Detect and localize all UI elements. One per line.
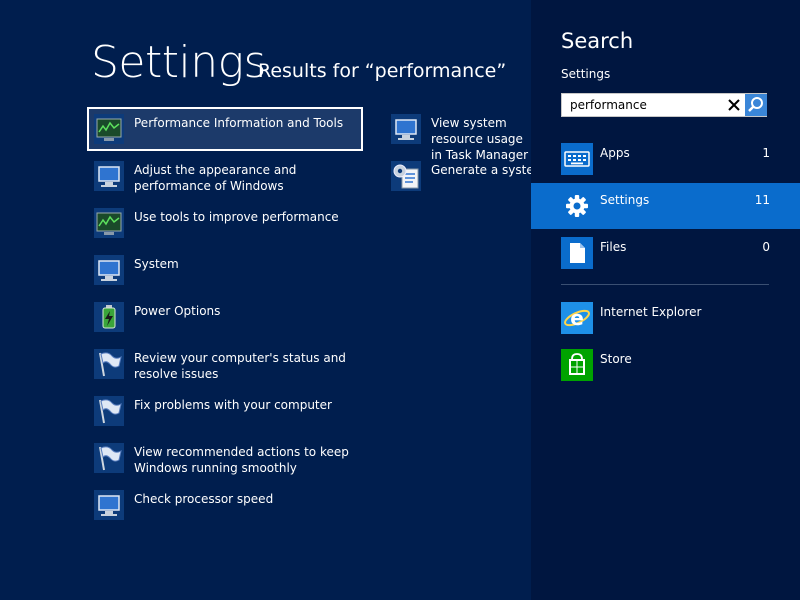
search-input[interactable]: [562, 94, 730, 116]
system-health-report-icon: [391, 161, 421, 191]
search-scope: Settings: [561, 67, 611, 81]
computer-icon: [94, 490, 124, 520]
category-label: Settings: [600, 193, 650, 207]
performance-monitor-icon: [94, 208, 124, 238]
search-icon: [748, 97, 763, 112]
result-label: Check processor speed: [134, 492, 274, 506]
category-settings[interactable]: Settings 11: [531, 183, 800, 229]
result-label: View recommended actions to keep Windows…: [134, 445, 349, 475]
result-review-computer-status[interactable]: Review your computer's status and resolv…: [89, 344, 361, 384]
result-view-system-resource-usage[interactable]: View system resource usage in Task Manag…: [386, 109, 531, 162]
computer-icon: [391, 114, 421, 144]
app-label: Store: [600, 352, 632, 366]
app-label: Internet Explorer: [600, 305, 702, 319]
category-label: Files: [600, 240, 627, 254]
gear-icon: [561, 190, 593, 222]
results-subtitle: Results for “performance”: [258, 60, 507, 82]
result-system[interactable]: System: [89, 250, 361, 290]
app-store[interactable]: Store: [531, 343, 800, 383]
computer-icon: [94, 255, 124, 285]
action-center-flag-icon: [94, 396, 124, 426]
category-files[interactable]: Files 0: [531, 230, 800, 276]
search-box: [561, 93, 767, 117]
internet-explorer-icon: e: [561, 302, 593, 334]
file-icon: [561, 237, 593, 269]
result-label: Review your computer's status and resolv…: [134, 351, 346, 381]
result-adjust-appearance-performance[interactable]: Adjust the appearance and performance of…: [89, 156, 361, 196]
category-count: 1: [762, 146, 770, 160]
results-pane: Settings Results for “performance” Perfo…: [0, 0, 531, 600]
apps-keyboard-icon: [561, 143, 593, 175]
category-label: Apps: [600, 146, 630, 160]
store-icon: [561, 349, 593, 381]
result-fix-problems[interactable]: Fix problems with your computer: [89, 391, 361, 431]
result-label: Adjust the appearance and performance of…: [134, 163, 297, 193]
action-center-flag-icon: [94, 349, 124, 379]
action-center-flag-icon: [94, 443, 124, 473]
search-button[interactable]: [745, 94, 767, 116]
search-charm: Search Settings Apps 1: [531, 0, 800, 600]
category-count: 11: [754, 193, 770, 207]
result-label: Power Options: [134, 304, 221, 318]
result-power-options[interactable]: Power Options: [89, 297, 361, 337]
result-label: Fix problems with your computer: [134, 398, 332, 412]
result-performance-information-and-tools[interactable]: Performance Information and Tools: [87, 107, 363, 151]
result-label: Use tools to improve performance: [134, 210, 339, 224]
clear-search-button[interactable]: [723, 94, 745, 116]
close-icon: [728, 99, 740, 111]
charm-title: Search: [561, 29, 634, 53]
result-use-tools-improve-performance[interactable]: Use tools to improve performance: [89, 203, 361, 243]
battery-icon: [94, 302, 124, 332]
performance-monitor-icon: [94, 114, 124, 144]
charm-divider: [561, 284, 769, 285]
page-title: Settings: [91, 37, 266, 88]
result-view-recommended-actions[interactable]: View recommended actions to keep Windows…: [89, 438, 361, 478]
result-label: Generate a system health report: [431, 163, 531, 177]
result-generate-system-health-report[interactable]: Generate a system health report: [386, 156, 531, 196]
category-count: 0: [762, 240, 770, 254]
result-label: Performance Information and Tools: [134, 116, 344, 130]
app-internet-explorer[interactable]: e Internet Explorer: [531, 296, 800, 336]
category-apps[interactable]: Apps 1: [531, 136, 800, 182]
svg-text:e: e: [570, 306, 584, 330]
computer-icon: [94, 161, 124, 191]
result-label: System: [134, 257, 179, 271]
result-check-processor-speed[interactable]: Check processor speed: [89, 485, 361, 525]
